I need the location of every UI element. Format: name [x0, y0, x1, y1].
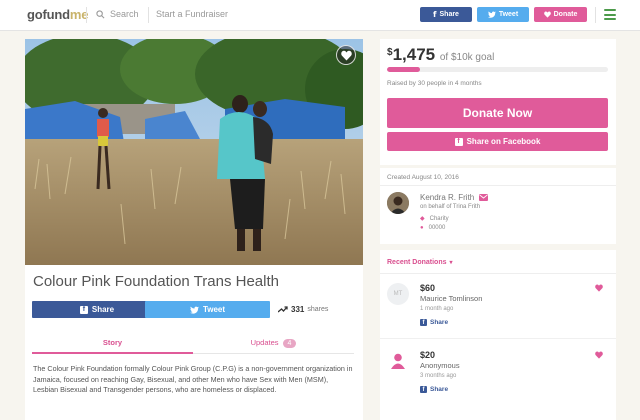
campaign-title: Colour Pink Foundation Trans Health — [33, 273, 279, 290]
donation-item: $20 Anonymous 3 months ago f Share — [380, 350, 616, 410]
recent-donations-card: Recent Donations ▾ MT $60 Maurice Tomlin… — [380, 250, 616, 420]
organizer-name[interactable]: Kendra R. Frith — [420, 193, 489, 202]
tweet-label: Tweet — [202, 305, 226, 314]
campaign-hero-photo — [25, 39, 363, 265]
organizer-card: Created August 10, 2016 Kendra R. Frith … — [380, 168, 616, 244]
share-label: Share — [91, 305, 115, 314]
header-divider — [148, 7, 149, 23]
organizer-avatar[interactable] — [387, 192, 409, 214]
header-donate-label: Donate — [553, 11, 578, 18]
location-pin-icon: ● — [420, 225, 424, 231]
share-on-facebook-button[interactable]: f Share on Facebook — [387, 132, 608, 151]
header-donate-button[interactable]: Donate — [534, 7, 587, 22]
header-share-facebook-button[interactable]: f Share — [420, 7, 472, 22]
shares-count: 331 shares — [278, 305, 328, 314]
donor-name: Maurice Tomlinson — [420, 294, 483, 303]
favorite-heart-icon[interactable] — [336, 45, 356, 65]
donate-now-button[interactable]: Donate Now — [387, 98, 608, 128]
donation-goal-card: $1,475 of $10k goal Raised by 30 people … — [380, 39, 616, 165]
header-tweet-button[interactable]: Tweet — [477, 7, 529, 22]
organizer-behalf: on behalf of Trina Frith — [420, 204, 481, 210]
heart-icon[interactable] — [595, 351, 603, 359]
category-label[interactable]: Charity — [430, 216, 449, 222]
divider — [380, 273, 616, 274]
facebook-icon: f — [433, 10, 437, 19]
search-button[interactable]: Search — [96, 9, 139, 19]
donor-avatar: MT — [387, 283, 409, 305]
donation-share-label: Share — [430, 386, 449, 393]
donation-time: 3 months ago — [420, 373, 457, 379]
top-navigation-bar: gofundme Search Start a Fundraiser f Sha… — [0, 0, 640, 31]
facebook-icon: f — [420, 386, 427, 393]
donation-item: MT $60 Maurice Tomlinson 1 month ago f S… — [380, 283, 616, 343]
updates-count-badge: 4 — [282, 339, 297, 348]
story-text: The Colour Pink Foundation formally Colo… — [33, 364, 353, 394]
heart-icon[interactable] — [595, 284, 603, 292]
facebook-icon: f — [454, 137, 463, 146]
amount-raised: $1,475 of $10k goal — [387, 45, 494, 65]
anonymous-avatar — [387, 350, 409, 372]
donor-name: Anonymous — [420, 361, 460, 370]
facebook-icon: f — [79, 305, 88, 314]
campaign-details-card: Colour Pink Foundation Trans Health f Sh… — [25, 265, 363, 420]
share-facebook-button[interactable]: f Share — [32, 301, 162, 318]
twitter-bird-icon — [189, 306, 199, 314]
gofundme-logo[interactable]: gofundme — [27, 7, 88, 22]
envelope-icon[interactable] — [479, 194, 489, 201]
donation-share-button[interactable]: f Share — [420, 386, 448, 393]
tab-updates-label: Updates — [250, 338, 279, 347]
facebook-icon: f — [420, 319, 427, 326]
recent-donations-label: Recent Donations — [387, 259, 447, 266]
organizer-name-text: Kendra R. Frith — [420, 193, 475, 202]
raised-amount: 1,475 — [392, 45, 436, 64]
divider — [380, 338, 616, 339]
search-icon — [96, 9, 105, 18]
person-icon — [391, 353, 405, 369]
tab-updates[interactable]: Updates 4 — [193, 332, 354, 354]
shares-number: 331 — [291, 305, 305, 314]
start-fundraiser-link[interactable]: Start a Fundraiser — [156, 9, 228, 19]
donation-amount: $60 — [420, 283, 436, 293]
goal-progress-fill — [387, 67, 420, 72]
donation-share-button[interactable]: f Share — [420, 319, 448, 326]
search-label: Search — [110, 9, 139, 19]
location-row: ● 00000 — [420, 225, 445, 231]
donation-time: 1 month ago — [420, 306, 454, 312]
tweet-button[interactable]: Tweet — [145, 301, 270, 318]
recent-donations-dropdown[interactable]: Recent Donations ▾ — [387, 259, 453, 266]
currency-symbol: $ — [387, 47, 393, 58]
share-on-facebook-label: Share on Facebook — [466, 137, 541, 146]
twitter-bird-icon — [487, 11, 496, 18]
header-divider — [86, 7, 87, 23]
location-label: 00000 — [428, 225, 446, 231]
category-row: ◆ Charity — [420, 215, 449, 223]
tag-icon: ◆ — [420, 216, 425, 222]
created-date: Created August 10, 2016 — [387, 174, 459, 181]
donation-amount: $20 — [420, 350, 436, 360]
raised-by-text: Raised by 30 people in 4 months — [387, 80, 482, 87]
divider — [380, 185, 616, 186]
heart-icon — [543, 11, 551, 18]
tab-story[interactable]: Story — [32, 332, 193, 354]
header-share-label: Share — [439, 11, 459, 18]
goal-text: of $10k goal — [439, 52, 495, 63]
trending-up-icon — [278, 306, 288, 313]
shares-word: shares — [307, 306, 329, 313]
header-divider — [595, 7, 596, 23]
donation-share-label: Share — [430, 319, 449, 326]
campaign-tabs: Story Updates 4 — [32, 332, 354, 354]
goal-progress-bar — [387, 67, 608, 72]
header-tweet-label: Tweet — [498, 11, 519, 18]
hamburger-menu-icon[interactable] — [604, 9, 616, 20]
logo-text-gofund: gofund — [27, 7, 70, 22]
caret-down-icon: ▾ — [449, 260, 453, 266]
